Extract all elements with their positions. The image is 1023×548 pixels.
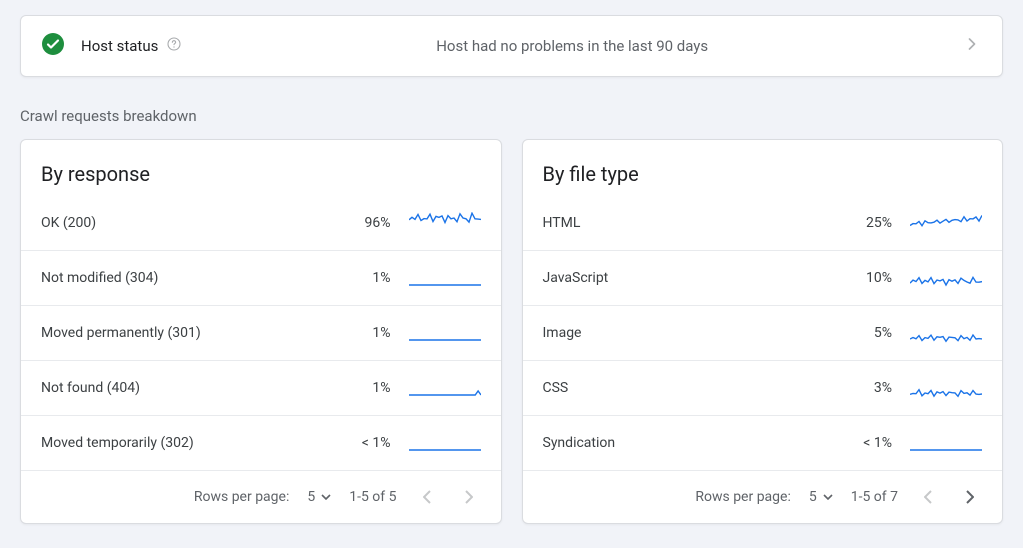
by-file-type-card: By file type HTML25%JavaScript10%Image5%… [522,139,1004,524]
row-percent: 1% [331,270,391,286]
table-row[interactable]: Syndication< 1% [523,416,1003,471]
sparkline-icon [409,322,481,344]
table-row[interactable]: Moved temporarily (302)< 1% [21,416,501,471]
sparkline-icon [910,377,982,399]
sparkline-icon [409,267,481,289]
table-row[interactable]: Not modified (304)1% [21,251,501,306]
host-status-card[interactable]: Host status Host had no problems in the … [20,15,1003,77]
help-icon[interactable] [158,36,182,56]
section-title: Crawl requests breakdown [20,107,1003,125]
by-file-type-footer: Rows per page: 5 1-5 of 7 [523,471,1003,523]
prev-page-button[interactable] [916,485,940,509]
rows-per-page-label: Rows per page: [695,489,790,505]
page-range: 1-5 of 5 [349,489,396,505]
row-percent: 5% [832,325,892,341]
sparkline-icon [910,212,982,234]
prev-page-button[interactable] [415,485,439,509]
row-label: Not found (404) [41,380,331,396]
by-response-card: By response OK (200)96%Not modified (304… [20,139,502,524]
host-status-label: Host status [81,36,182,56]
row-label: CSS [543,380,833,396]
rows-per-page-label: Rows per page: [194,489,289,505]
row-percent: < 1% [832,435,892,451]
row-percent: 96% [331,215,391,231]
row-label: JavaScript [543,270,833,286]
table-row[interactable]: HTML25% [523,196,1003,251]
table-row[interactable]: Not found (404)1% [21,361,501,416]
sparkline-icon [910,432,982,454]
by-response-title: By response [21,140,501,196]
row-label: HTML [543,215,833,231]
table-row[interactable]: Moved permanently (301)1% [21,306,501,361]
by-file-type-title: By file type [523,140,1003,196]
by-file-type-rows: HTML25%JavaScript10%Image5%CSS3%Syndicat… [523,196,1003,471]
chevron-down-icon [321,494,331,500]
by-response-rows: OK (200)96%Not modified (304)1%Moved per… [21,196,501,471]
row-label: Image [543,325,833,341]
next-page-button[interactable] [958,485,982,509]
row-label: Not modified (304) [41,270,331,286]
row-percent: 1% [331,325,391,341]
row-label: Syndication [543,435,833,451]
table-row[interactable]: Image5% [523,306,1003,361]
sparkline-icon [409,377,481,399]
table-row[interactable]: CSS3% [523,361,1003,416]
table-row[interactable]: OK (200)96% [21,196,501,251]
chevron-down-icon [823,494,833,500]
sparkline-icon [409,432,481,454]
page-size-select[interactable]: 5 [809,489,833,505]
chevron-right-icon [962,34,982,58]
row-label: Moved temporarily (302) [41,435,331,451]
row-percent: 10% [832,270,892,286]
check-circle-icon [41,32,81,60]
row-label: Moved permanently (301) [41,325,331,341]
host-status-text: Host status [81,37,158,55]
page-range: 1-5 of 7 [851,489,898,505]
sparkline-icon [910,322,982,344]
row-percent: 25% [832,215,892,231]
row-percent: 3% [832,380,892,396]
page-size-value: 5 [809,489,817,505]
sparkline-icon [910,267,982,289]
page-size-select[interactable]: 5 [307,489,331,505]
sparkline-icon [409,212,481,234]
row-label: OK (200) [41,215,331,231]
page-size-value: 5 [307,489,315,505]
table-row[interactable]: JavaScript10% [523,251,1003,306]
host-status-message: Host had no problems in the last 90 days [182,37,962,55]
by-response-footer: Rows per page: 5 1-5 of 5 [21,471,501,523]
row-percent: < 1% [331,435,391,451]
row-percent: 1% [331,380,391,396]
next-page-button[interactable] [457,485,481,509]
